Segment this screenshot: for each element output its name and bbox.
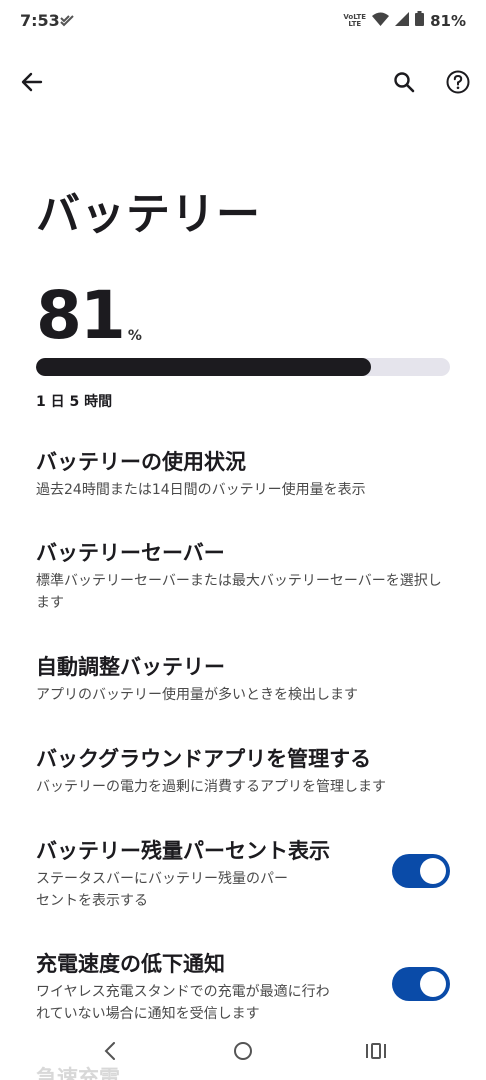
status-time: 7:53 — [20, 11, 60, 30]
battery-percentage-item[interactable]: バッテリー残量パーセント表示 ステータスバーにバッテリー残量のパーセントを表示す… — [36, 836, 366, 912]
navigation-bar — [0, 1030, 486, 1080]
status-bar: 7:53 VoLTE LTE 81% — [0, 0, 486, 42]
signal-icon — [395, 11, 410, 30]
search-button[interactable] — [386, 66, 422, 102]
item-title: バックグラウンドアプリを管理する — [36, 747, 372, 771]
battery-level-unit: % — [127, 328, 142, 344]
item-title: バッテリー残量パーセント表示 — [36, 839, 330, 863]
lte-label: LTE — [348, 19, 362, 28]
item-title: バッテリーの使用状況 — [36, 450, 246, 474]
item-title: バッテリーセーバー — [36, 541, 225, 565]
battery-saver-item[interactable]: バッテリーセーバー 標準バッテリーセーバーまたは最大バッテリーセーバーを選択しま… — [36, 538, 448, 614]
arrow-back-icon — [21, 71, 43, 97]
item-title: 充電速度の低下通知 — [36, 952, 225, 976]
nav-back-icon — [103, 1042, 117, 1064]
notification-check-icon — [60, 13, 74, 32]
back-button[interactable] — [14, 66, 50, 102]
search-icon — [393, 71, 415, 97]
page-title: バッテリー — [36, 189, 261, 240]
nav-back-button[interactable] — [92, 1038, 128, 1068]
battery-progress-fill — [36, 358, 372, 376]
wifi-icon — [372, 11, 390, 30]
nav-recents-button[interactable] — [358, 1038, 394, 1068]
item-subtitle: 標準バッテリーセーバーまたは最大バッテリーセーバーを選択します — [36, 573, 442, 611]
item-subtitle: 過去24時間または14日間のバッテリー使用量を表示 — [36, 482, 366, 498]
nav-home-button[interactable] — [225, 1038, 261, 1068]
slow-charging-notification-item[interactable]: 充電速度の低下通知 ワイヤレス充電スタンドでの充電が最適に行われていない場合に通… — [36, 949, 366, 1025]
nav-recents-icon — [365, 1042, 387, 1064]
help-button[interactable] — [440, 66, 476, 102]
item-subtitle: ステータスバーにバッテリー残量のパーセントを表示する — [36, 871, 288, 909]
status-battery-percent: 81% — [430, 11, 466, 30]
battery-remaining-time: 1 日 5 時間 — [36, 394, 113, 410]
help-circle-icon — [446, 70, 470, 98]
toggle-knob — [420, 858, 446, 884]
status-icons: VoLTE LTE 81% — [343, 11, 466, 30]
battery-level: 81 % — [36, 278, 142, 354]
toggle-knob — [420, 971, 446, 997]
battery-usage-item[interactable]: バッテリーの使用状況 過去24時間または14日間のバッテリー使用量を表示 — [36, 447, 456, 501]
item-title: 自動調整バッテリー — [36, 655, 225, 679]
item-subtitle: ワイヤレス充電スタンドでの充電が最適に行われていない場合に通知を受信します — [36, 984, 330, 1022]
battery-settings-screen: 7:53 VoLTE LTE 81% バッテリー 81 % 1 日 5 時間 バ… — [0, 0, 486, 1080]
nav-home-icon — [233, 1041, 253, 1065]
battery-level-value: 81 — [36, 277, 126, 354]
adaptive-battery-item[interactable]: 自動調整バッテリー アプリのバッテリー使用量が多いときを検出します — [36, 652, 456, 706]
battery-icon — [415, 11, 425, 30]
background-apps-item[interactable]: バックグラウンドアプリを管理する バッテリーの電力を過剰に消費するアプリを管理し… — [36, 744, 456, 798]
volte-icon: VoLTE LTE — [343, 13, 366, 28]
item-subtitle: バッテリーの電力を過剰に消費するアプリを管理します — [36, 779, 386, 795]
slow-charging-toggle[interactable] — [392, 967, 450, 1001]
battery-percentage-toggle[interactable] — [392, 854, 450, 888]
item-subtitle: アプリのバッテリー使用量が多いときを検出します — [36, 687, 358, 703]
battery-progress-bar — [36, 358, 450, 376]
